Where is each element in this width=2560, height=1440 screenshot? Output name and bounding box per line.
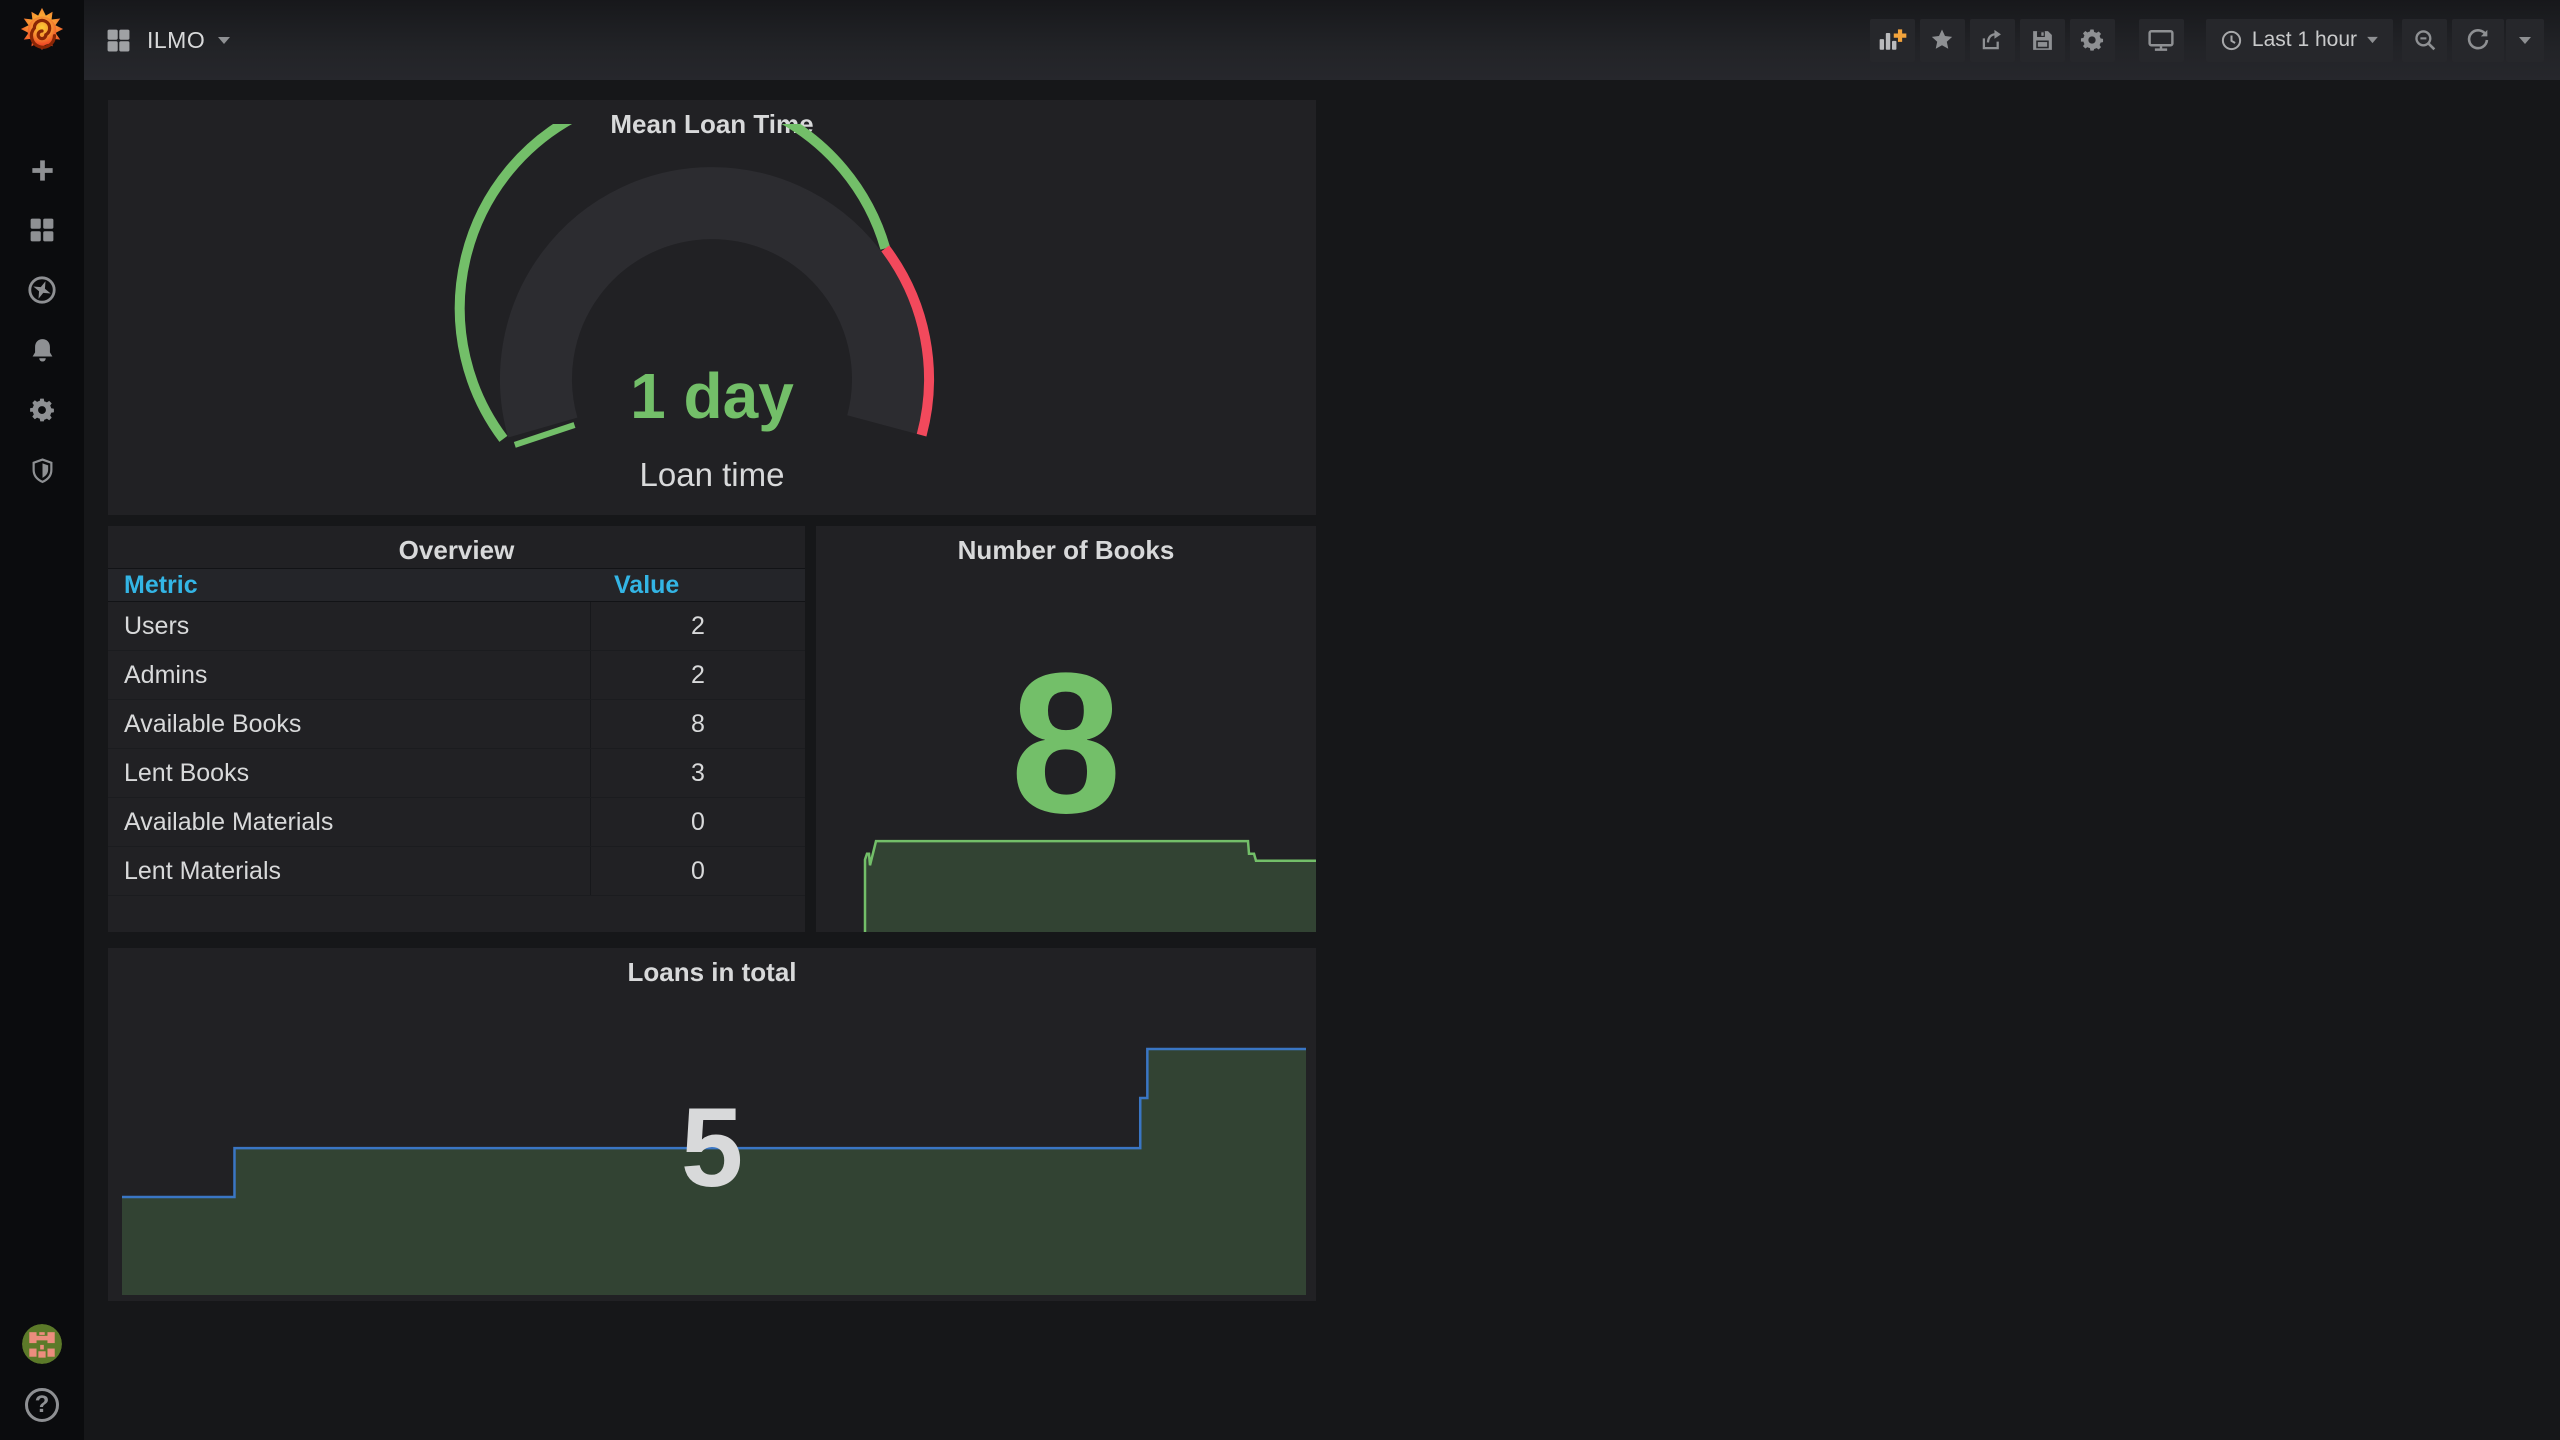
table-row: Admins 2: [108, 651, 805, 700]
chevron-down-icon: [2519, 36, 2531, 44]
sidebar-item-server-admin[interactable]: [0, 440, 84, 500]
time-range-picker[interactable]: Last 1 hour: [2205, 18, 2393, 62]
column-header-value[interactable]: Value: [590, 571, 805, 600]
settings-gear-icon: [2081, 29, 2104, 51]
dashboard-title-dropdown[interactable]: ILMO: [147, 27, 231, 54]
mark-favorite-button[interactable]: [1919, 18, 1965, 62]
grafana-app: ? ILMO Last 1 hour Mean Loan Time 1 day …: [0, 0, 2560, 1440]
alerting-bell-icon: [32, 338, 52, 362]
refresh-icon: [2467, 29, 2489, 50]
add-panel-icon: [1880, 29, 1907, 50]
metric-cell: Available Materials: [124, 807, 334, 836]
sidebar-item-configuration[interactable]: [0, 380, 84, 440]
navbar-left: ILMO: [106, 27, 231, 54]
time-range-label: Last 1 hour: [2251, 28, 2357, 51]
panel-loans-in-total: Loans in total 5: [108, 948, 1316, 1301]
dashboard-grid: Mean Loan Time 1 day Loan time Overview …: [84, 80, 2560, 1440]
metric-cell: Lent Books: [124, 758, 250, 787]
add-panel-button[interactable]: [1869, 18, 1915, 62]
cycle-view-mode-button[interactable]: [2138, 18, 2184, 62]
table-row: Users 2: [108, 602, 805, 651]
clock-icon: [2221, 30, 2242, 50]
navbar-right: Last 1 hour: [1865, 18, 2544, 62]
explore-compass-icon: [28, 276, 56, 304]
refresh-interval-dropdown[interactable]: [2506, 18, 2544, 62]
chevron-down-icon: [2367, 36, 2378, 44]
value-cell: 8: [590, 700, 805, 748]
gauge-label: Loan time: [639, 456, 785, 493]
sidebar-item-dashboards[interactable]: [0, 200, 84, 260]
table-row: Lent Materials 0: [108, 847, 805, 896]
help-icon[interactable]: ?: [25, 1388, 59, 1422]
dashboard-title: ILMO: [147, 26, 206, 53]
metric-cell: Admins: [124, 660, 208, 689]
panel-number-of-books: Number of Books 8: [816, 526, 1316, 932]
chevron-down-icon: [218, 36, 231, 44]
plus-icon: [31, 159, 53, 181]
value-cell: 3: [590, 749, 805, 797]
sidebar: ?: [0, 0, 84, 1440]
table-row: Available Materials 0: [108, 798, 805, 847]
panel-title[interactable]: Loans in total: [108, 957, 1316, 988]
dashboard-settings-button[interactable]: [2069, 18, 2115, 62]
books-sparkline-chart: [816, 817, 1316, 932]
table-header-row: Metric Value: [108, 568, 805, 602]
overview-table: Metric Value Users 2 Admins 2 Available …: [108, 568, 805, 896]
sidebar-menu: [0, 140, 84, 500]
value-cell: 0: [590, 847, 805, 895]
tv-icon: [2148, 30, 2175, 51]
sidebar-item-create[interactable]: [0, 140, 84, 200]
metric-cell: Users: [124, 611, 190, 640]
value-cell: 2: [590, 602, 805, 650]
share-icon: [1983, 29, 2002, 50]
save-dashboard-button[interactable]: [2019, 18, 2065, 62]
zoom-out-icon: [2414, 30, 2435, 51]
zoom-out-time-range-button[interactable]: [2402, 18, 2447, 62]
user-avatar[interactable]: [22, 1324, 62, 1364]
server-admin-shield-icon: [32, 457, 52, 483]
panel-title[interactable]: Overview: [108, 535, 805, 566]
dashboards-grid-icon: [30, 218, 54, 242]
metric-cell: Lent Materials: [124, 856, 282, 885]
help-question-mark: ?: [34, 1391, 50, 1418]
loans-stat-value: 5: [680, 1085, 744, 1210]
refresh-dashboard-button[interactable]: [2452, 18, 2504, 62]
gauge-value: 1 day: [630, 360, 794, 432]
navbar: ILMO Last 1 hour: [84, 0, 2560, 80]
sidebar-item-alerting[interactable]: [0, 320, 84, 380]
dashboard-grid-icon[interactable]: [106, 28, 131, 53]
panel-title[interactable]: Number of Books: [816, 535, 1316, 566]
configuration-gear-icon: [30, 398, 54, 422]
grafana-flame-icon: [20, 7, 64, 51]
sidebar-item-explore[interactable]: [0, 260, 84, 320]
grafana-logo[interactable]: [18, 6, 66, 54]
books-stat-value: 8: [1010, 632, 1122, 855]
star-icon: [1932, 29, 1953, 49]
column-header-metric[interactable]: Metric: [108, 571, 590, 600]
save-icon: [2033, 30, 2052, 50]
panel-overview: Overview Metric Value Users 2 Admins 2 A…: [108, 526, 805, 932]
value-cell: 0: [590, 798, 805, 846]
avatar-image: [22, 1324, 62, 1364]
table-row: Available Books 8: [108, 700, 805, 749]
sidebar-bottom: ?: [0, 1324, 84, 1422]
value-cell: 2: [590, 651, 805, 699]
share-dashboard-button[interactable]: [1969, 18, 2015, 62]
panel-mean-loan-time: Mean Loan Time 1 day Loan time: [108, 100, 1316, 515]
metric-cell: Available Books: [124, 709, 302, 738]
table-row: Lent Books 3: [108, 749, 805, 798]
